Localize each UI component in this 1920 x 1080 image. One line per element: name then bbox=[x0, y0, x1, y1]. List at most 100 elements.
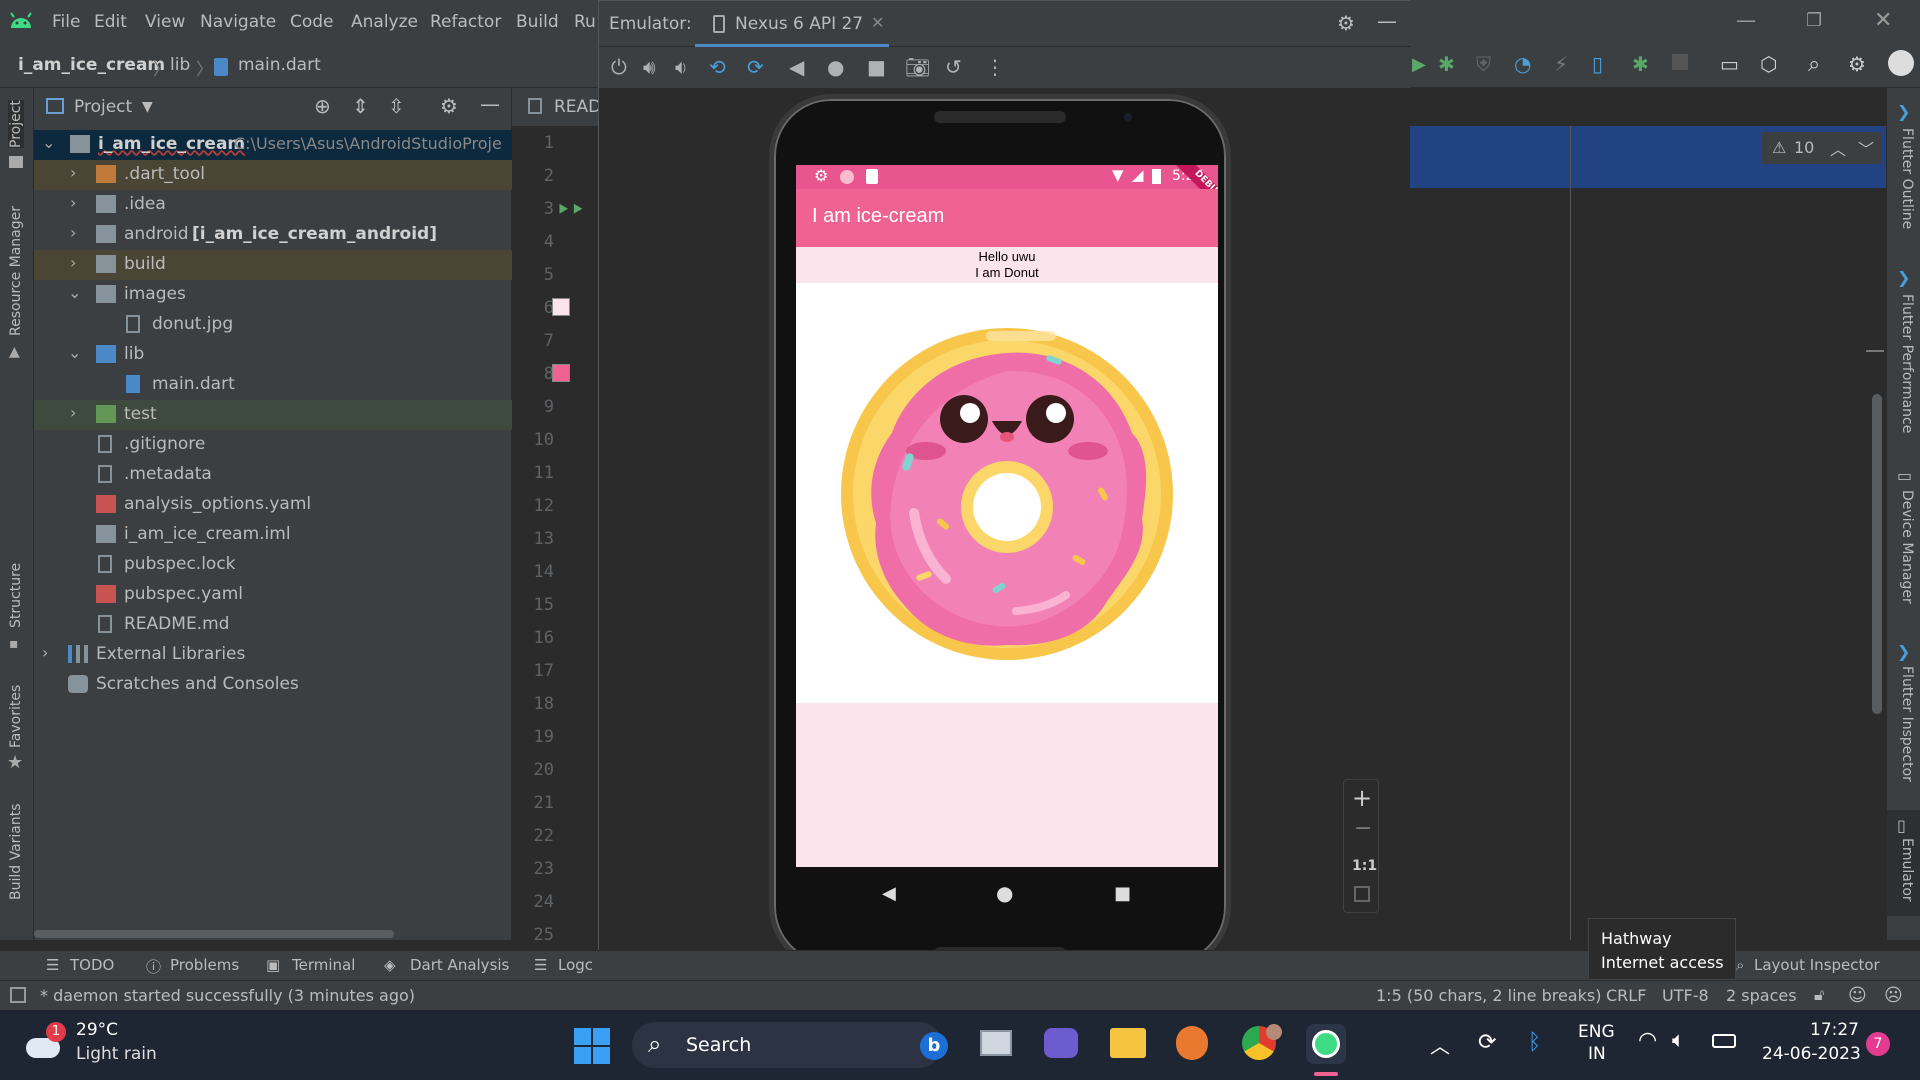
vertical-scrollbar[interactable] bbox=[1872, 394, 1882, 714]
fit-screen-icon[interactable] bbox=[1354, 886, 1370, 902]
bluetooth-icon[interactable]: ᛒ bbox=[1528, 1030, 1541, 1055]
gear-icon[interactable]: ⚙ bbox=[1337, 11, 1355, 35]
menu-run[interactable]: Ru bbox=[574, 12, 596, 32]
tool-tab-logcat[interactable]: Logc bbox=[558, 956, 593, 974]
start-button[interactable] bbox=[574, 1028, 610, 1064]
back-icon[interactable]: ◀ bbox=[882, 883, 896, 904]
breadcrumb-folder[interactable]: lib bbox=[170, 55, 190, 75]
teams-icon[interactable] bbox=[1044, 1028, 1078, 1058]
temperature[interactable]: 29°C bbox=[76, 1020, 118, 1040]
menu-code[interactable]: Code bbox=[290, 12, 334, 32]
rotate-right-icon[interactable]: ⟳ bbox=[747, 55, 764, 79]
tree-item-build[interactable]: › build bbox=[34, 250, 512, 280]
hide-panel-icon[interactable]: — bbox=[1377, 9, 1397, 33]
menu-refactor[interactable]: Refactor bbox=[430, 12, 501, 32]
file-explorer-icon[interactable] bbox=[1110, 1028, 1146, 1058]
chevron-down-icon[interactable]: ▼ bbox=[142, 99, 153, 115]
tree-item-readme[interactable]: README.md bbox=[34, 610, 512, 640]
menu-navigate[interactable]: Navigate bbox=[200, 12, 276, 32]
chevron-right-icon[interactable]: › bbox=[70, 253, 76, 272]
caret-position[interactable]: 1:5 (50 chars, 2 line breaks) bbox=[1376, 986, 1601, 1005]
chevron-right-icon[interactable]: › bbox=[70, 223, 76, 242]
chevron-right-icon[interactable]: › bbox=[70, 403, 76, 422]
apply-changes-icon[interactable]: ⚡ bbox=[1554, 52, 1568, 76]
smile-icon[interactable]: ☺ bbox=[1848, 985, 1867, 1006]
home-icon[interactable]: ● bbox=[996, 881, 1013, 905]
gear-icon[interactable]: ⚙ bbox=[440, 94, 458, 118]
lock-icon[interactable]: 🔓︎ bbox=[1814, 985, 1824, 1005]
sync-icon[interactable]: ⟳ bbox=[1478, 1030, 1496, 1055]
volume-down-icon[interactable]: 🔉︎ bbox=[675, 55, 688, 79]
camera-icon[interactable]: 📷︎ bbox=[905, 55, 930, 79]
tree-item-dart-tool[interactable]: › .dart_tool bbox=[34, 160, 512, 190]
tool-tab-dart-analysis[interactable]: Dart Analysis bbox=[410, 956, 509, 974]
tree-item-donut-jpg[interactable]: donut.jpg bbox=[34, 310, 512, 340]
inspection-widget[interactable]: ⚠ 10 ︿ ﹀ bbox=[1762, 132, 1882, 164]
file-encoding[interactable]: UTF-8 bbox=[1662, 986, 1709, 1005]
restore-window-icon[interactable]: ❐ bbox=[1806, 10, 1822, 31]
hide-panel-icon[interactable]: — bbox=[480, 92, 500, 116]
menu-analyze[interactable]: Analyze bbox=[351, 12, 418, 32]
minimize-window-icon[interactable]: — bbox=[1736, 8, 1756, 32]
tool-tab-emulator-active[interactable]: ▯ Emulator bbox=[1887, 810, 1920, 916]
avatar[interactable] bbox=[1888, 50, 1914, 76]
tool-tab-todo[interactable]: TODO bbox=[70, 956, 114, 974]
debug-icon[interactable]: ✱ bbox=[1438, 52, 1455, 76]
previous-problem-icon[interactable]: ︿ bbox=[1830, 136, 1846, 160]
line-separator[interactable]: CRLF bbox=[1606, 986, 1646, 1005]
tool-tab-problems[interactable]: Problems bbox=[170, 956, 239, 974]
close-icon[interactable]: ✕ bbox=[871, 13, 884, 32]
stop-icon[interactable] bbox=[1672, 54, 1688, 70]
volume-up-icon[interactable]: 🔊︎ bbox=[643, 55, 656, 79]
tree-item-android[interactable]: › android [i_am_ice_cream_android] bbox=[34, 220, 512, 250]
taskbar-search[interactable]: ⌕ Search b bbox=[632, 1022, 948, 1068]
run-gutter-icon[interactable]: ⯈⯈ bbox=[556, 200, 585, 221]
tool-tab-resource-manager[interactable]: Resource Manager bbox=[8, 206, 24, 336]
tree-item-test[interactable]: › test bbox=[34, 400, 512, 430]
language-code[interactable]: ENG bbox=[1578, 1022, 1615, 1042]
color-swatch-icon[interactable] bbox=[552, 298, 570, 316]
tool-tab-flutter-inspector[interactable]: Flutter Inspector bbox=[1899, 666, 1915, 782]
taskbar-date[interactable]: 24-06-2023 bbox=[1762, 1044, 1861, 1064]
device-manager-icon[interactable]: ▭ bbox=[1720, 52, 1739, 76]
locate-icon[interactable]: ⊕ bbox=[314, 94, 331, 118]
snapshot-icon[interactable]: ↺ bbox=[945, 55, 962, 79]
breadcrumb-file[interactable]: main.dart bbox=[238, 55, 321, 75]
frown-icon[interactable]: ☹ bbox=[1884, 985, 1903, 1006]
run-icon[interactable]: ▶ bbox=[1412, 54, 1426, 75]
chevron-up-icon[interactable]: ︿ bbox=[1430, 1030, 1450, 1059]
tool-tab-project[interactable]: Project bbox=[8, 100, 24, 148]
editor-tab-readme[interactable]: READ bbox=[554, 97, 601, 117]
attach-process-icon[interactable]: ✱ bbox=[1632, 52, 1649, 76]
profile-icon[interactable]: ◔ bbox=[1514, 52, 1531, 76]
horizontal-scrollbar[interactable] bbox=[34, 930, 394, 938]
back-icon[interactable]: ◀ bbox=[789, 55, 804, 79]
chevron-down-icon[interactable]: ⌄ bbox=[42, 133, 55, 152]
tool-tab-flutter-outline[interactable]: Flutter Outline bbox=[1899, 128, 1915, 229]
notification-badge[interactable]: 7 bbox=[1866, 1032, 1890, 1056]
chevron-down-icon[interactable]: ⌄ bbox=[68, 343, 81, 362]
attach-debugger-icon[interactable]: ▯ bbox=[1592, 52, 1603, 76]
coverage-icon[interactable]: ⛨ bbox=[1476, 52, 1491, 76]
tree-item-main-dart[interactable]: main.dart bbox=[34, 370, 512, 400]
battery-icon[interactable] bbox=[1712, 1034, 1736, 1048]
tool-tab-favorites[interactable]: Favorites bbox=[8, 685, 24, 748]
search-everywhere-icon[interactable]: ⌕ bbox=[1808, 52, 1820, 77]
chevron-right-icon[interactable]: › bbox=[70, 193, 76, 212]
tree-item-external-libraries[interactable]: › External Libraries bbox=[34, 640, 512, 670]
tree-item-scratches[interactable]: Scratches and Consoles bbox=[34, 670, 512, 700]
wifi-icon[interactable]: ◠ bbox=[1638, 1028, 1657, 1053]
task-view-icon[interactable] bbox=[980, 1030, 1012, 1056]
collapse-all-icon[interactable]: ⇳ bbox=[388, 94, 405, 118]
power-icon[interactable]: ⏻ bbox=[611, 55, 627, 79]
menu-view[interactable]: View bbox=[145, 12, 185, 32]
tree-item-pubspec-lock[interactable]: pubspec.lock bbox=[34, 550, 512, 580]
settings-icon[interactable]: ⚙ bbox=[1848, 52, 1866, 76]
tool-tab-structure[interactable]: Structure bbox=[8, 563, 24, 628]
tree-item-gitignore[interactable]: .gitignore bbox=[34, 430, 512, 460]
toggle-tool-windows-icon[interactable] bbox=[10, 987, 26, 1003]
actual-size-button[interactable]: 1:1 bbox=[1352, 858, 1377, 874]
taskbar-clock[interactable]: 17:27 bbox=[1810, 1020, 1859, 1040]
tree-item-analysis-options[interactable]: analysis_options.yaml bbox=[34, 490, 512, 520]
tree-item-lib[interactable]: ⌄ lib bbox=[34, 340, 512, 370]
